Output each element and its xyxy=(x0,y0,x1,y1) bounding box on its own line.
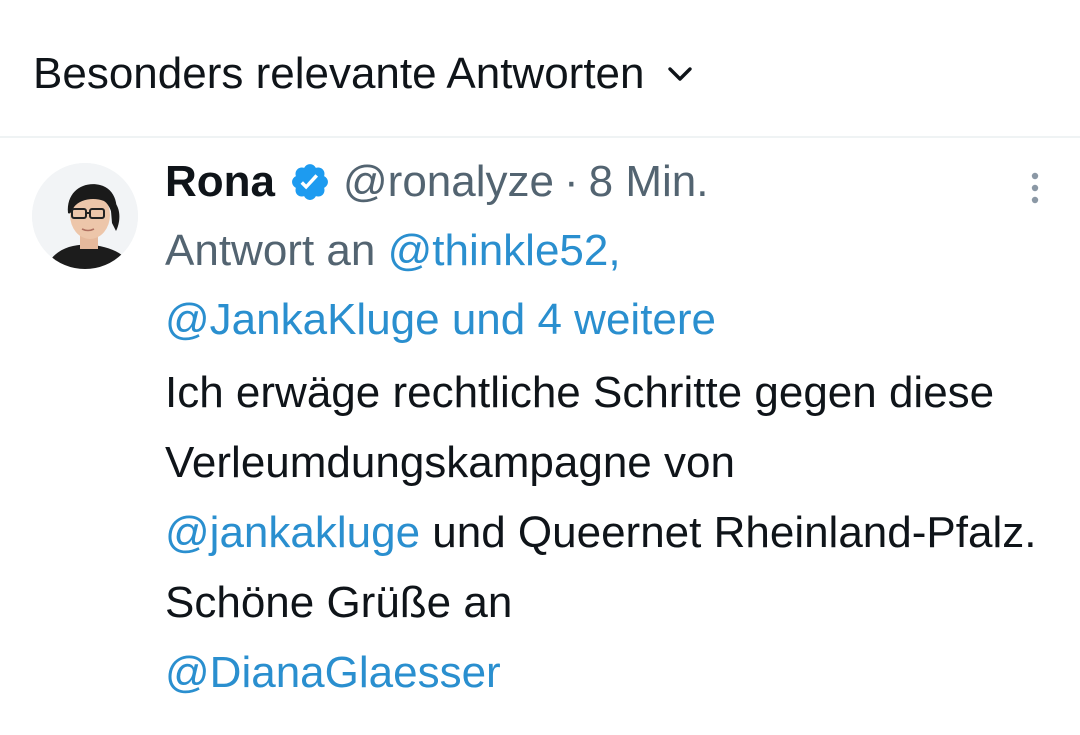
reply-context: Antwort an @thinkle52, @JankaKluge und 4… xyxy=(165,216,1045,354)
chevron-down-icon xyxy=(667,66,693,87)
reply-mention-others[interactable]: @JankaKluge und 4 weitere xyxy=(165,295,716,344)
tweet[interactable]: Rona @ronalyze · 8 Min. Antwort an @thin… xyxy=(165,150,1045,708)
author-name[interactable]: Rona xyxy=(165,157,275,207)
reply-mention-thinkle52[interactable]: @thinkle52, xyxy=(388,226,621,275)
tweet-text-part-1: Ich erwäge rechtliche Schritte gegen die… xyxy=(165,368,995,487)
separator-dot: · xyxy=(563,157,579,206)
tweet-replies-view: Besonders relevante Antworten Rona @rona… xyxy=(0,0,1080,735)
tweet-header: Rona @ronalyze · 8 Min. xyxy=(165,150,1045,214)
timestamp[interactable]: 8 Min. xyxy=(589,157,709,207)
author-handle[interactable]: @ronalyze xyxy=(343,157,554,207)
mention-jankakluge[interactable]: @jankakluge xyxy=(165,508,420,557)
reply-prefix: Antwort an xyxy=(165,226,376,275)
divider xyxy=(0,136,1080,138)
sort-label: Besonders relevante Antworten xyxy=(33,49,645,98)
sort-replies-dropdown[interactable]: Besonders relevante Antworten xyxy=(33,38,693,110)
avatar[interactable] xyxy=(32,163,138,269)
mention-dianaglaesser[interactable]: @DianaGlaesser xyxy=(165,648,501,697)
more-vertical-icon[interactable] xyxy=(1025,170,1045,210)
verified-badge-icon xyxy=(289,161,331,203)
tweet-text: Ich erwäge rechtliche Schritte gegen die… xyxy=(165,358,1045,708)
